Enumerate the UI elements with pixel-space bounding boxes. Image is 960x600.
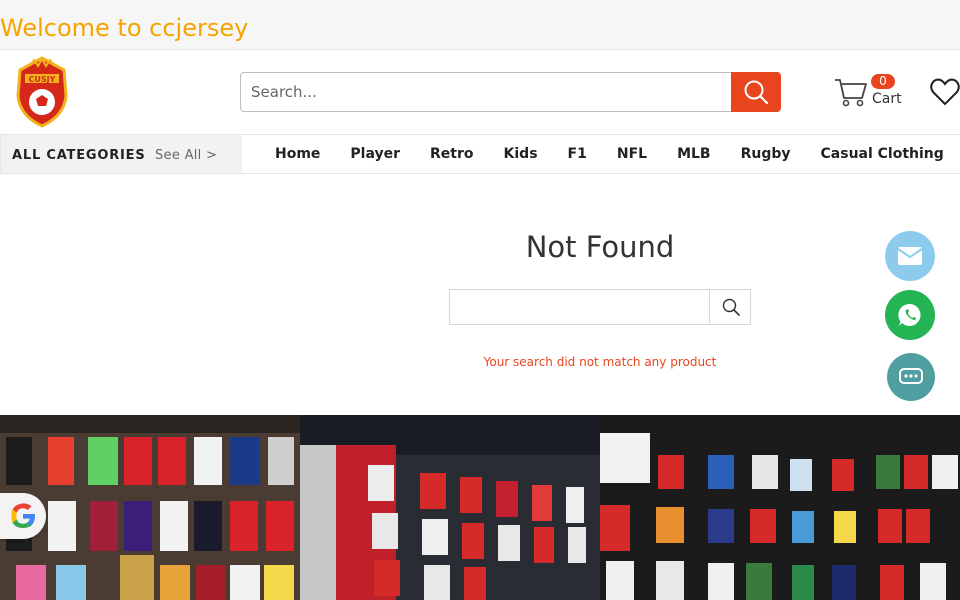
search-icon <box>744 80 769 105</box>
not-found-search-input[interactable] <box>450 290 710 324</box>
jersey-store-photo-3 <box>600 415 960 600</box>
main-content: Not Found Your search did not match any … <box>0 174 960 415</box>
welcome-text: Welcome to ccjersey <box>0 14 249 42</box>
not-found-search <box>449 289 751 325</box>
search-input[interactable] <box>240 72 732 112</box>
cart-count-badge: 0 <box>871 74 895 89</box>
chat-contact-button[interactable] <box>887 353 935 401</box>
search-button[interactable] <box>731 72 781 112</box>
top-bar: Welcome to ccjersey <box>0 0 960 50</box>
wishlist-button[interactable] <box>930 78 960 110</box>
nav-item-casual-clothing[interactable]: Casual Clothing <box>806 146 959 162</box>
nav-item-nfl[interactable]: NFL <box>602 146 662 162</box>
nav-item-player[interactable]: Player <box>335 146 415 162</box>
nav-item-mlb[interactable]: MLB <box>662 146 726 162</box>
page-title: Not Found <box>525 230 675 264</box>
header-search <box>240 72 781 112</box>
see-all-link[interactable]: See All > <box>155 148 217 163</box>
site-logo[interactable]: CUSJY <box>12 56 72 128</box>
nav-item-kids[interactable]: Kids <box>489 146 553 162</box>
search-icon <box>722 298 740 316</box>
google-icon <box>11 503 35 528</box>
not-found-search-button[interactable] <box>711 290 750 324</box>
email-icon <box>897 247 923 265</box>
categories-panel[interactable]: ALL CATEGORIES See All > <box>0 135 242 173</box>
no-results-message: Your search did not match any product <box>483 355 717 369</box>
nav-item-rugby[interactable]: Rugby <box>726 146 806 162</box>
main-nav: ALL CATEGORIES See All > Home Player Ret… <box>0 134 960 174</box>
chat-icon <box>899 368 923 384</box>
store-gallery <box>0 415 960 600</box>
whatsapp-contact-button[interactable] <box>885 290 935 340</box>
header: CUSJY 0 Cart <box>0 50 960 134</box>
all-categories-label[interactable]: ALL CATEGORIES <box>12 148 146 163</box>
email-contact-button[interactable] <box>885 231 935 281</box>
nav-item-f1[interactable]: F1 <box>553 146 602 162</box>
cart-icon <box>835 79 867 107</box>
cart-label: Cart <box>872 91 902 107</box>
heart-icon <box>930 78 960 106</box>
jersey-store-photo-2 <box>300 415 600 600</box>
google-badge[interactable] <box>0 493 46 539</box>
jersey-store-photo-1 <box>0 415 300 600</box>
nav-item-home[interactable]: Home <box>260 146 335 162</box>
whatsapp-icon <box>898 303 921 326</box>
svg-text:CUSJY: CUSJY <box>29 75 56 84</box>
nav-item-retro[interactable]: Retro <box>415 146 489 162</box>
nav-menu: Home Player Retro Kids F1 NFL MLB Rugby … <box>260 135 959 173</box>
cart-button[interactable]: 0 Cart <box>834 74 904 110</box>
